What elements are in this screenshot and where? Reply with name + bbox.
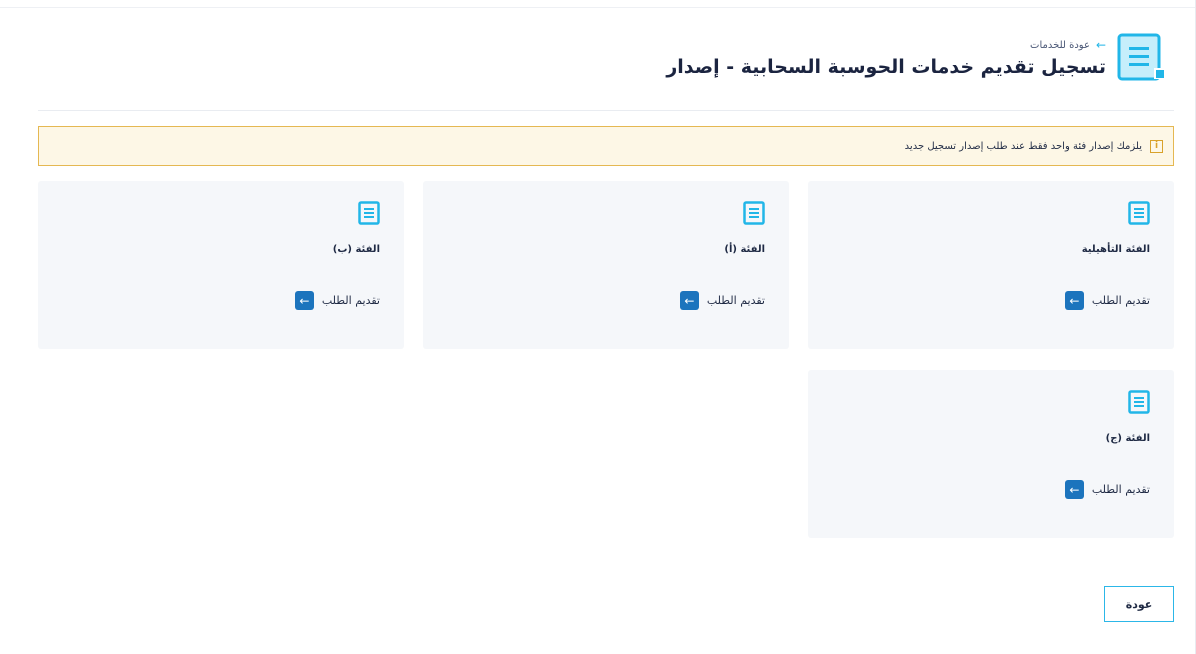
submit-request-button[interactable]: تقديم الطلب ← <box>679 291 765 310</box>
info-icon: i <box>1150 139 1163 153</box>
submit-request-label: تقديم الطلب <box>1091 483 1150 496</box>
back-button[interactable]: عودة <box>1104 586 1174 622</box>
page-title: تسجيل تقديم خدمات الحوسبة السحابية - إصد… <box>666 56 1106 78</box>
category-card-a: الفئة (أ) تقديم الطلب ← <box>423 181 789 349</box>
document-icon <box>1128 390 1150 414</box>
document-icon <box>1128 201 1150 225</box>
back-to-services-label: عودة للخدمات <box>1030 39 1090 51</box>
submit-request-button[interactable]: تقديم الطلب ← <box>1064 291 1150 310</box>
card-title: الفئة (أ) <box>724 244 765 255</box>
info-alert: i يلزمك إصدار فئة واحد فقط عند طلب إصدار… <box>38 126 1174 166</box>
arrow-left-icon: ← <box>1095 38 1106 52</box>
submit-request-label: تقديم الطلب <box>1091 294 1150 307</box>
alert-text: يلزمك إصدار فئة واحد فقط عند طلب إصدار ت… <box>904 140 1142 152</box>
submit-request-button[interactable]: تقديم الطلب ← <box>1064 480 1150 499</box>
card-title: الفئة (ج) <box>1105 433 1150 444</box>
document-icon <box>358 201 380 225</box>
arrow-left-icon[interactable]: ← <box>1064 291 1084 310</box>
back-to-services-link[interactable]: ← عودة للخدمات <box>1030 38 1106 52</box>
top-divider <box>0 7 1196 8</box>
header-text: ← عودة للخدمات تسجيل تقديم خدمات الحوسبة… <box>666 38 1106 78</box>
arrow-left-icon[interactable]: ← <box>294 291 314 310</box>
document-icon <box>743 201 765 225</box>
card-title: الفئة التأهيلية <box>1081 244 1150 255</box>
arrow-left-icon[interactable]: ← <box>679 291 699 310</box>
header-divider <box>38 110 1174 111</box>
document-icon <box>1117 33 1165 81</box>
category-card-b: الفئة (ب) تقديم الطلب ← <box>38 181 404 349</box>
category-card-qualifying: الفئة التأهيلية تقديم الطلب ← <box>808 181 1174 349</box>
page-header: ← عودة للخدمات تسجيل تقديم خدمات الحوسبة… <box>666 32 1168 84</box>
arrow-left-icon[interactable]: ← <box>1064 480 1084 499</box>
submit-request-label: تقديم الطلب <box>321 294 380 307</box>
card-title: الفئة (ب) <box>332 244 380 255</box>
submit-request-button[interactable]: تقديم الطلب ← <box>294 291 380 310</box>
submit-request-label: تقديم الطلب <box>706 294 765 307</box>
category-card-c: الفئة (ج) تقديم الطلب ← <box>808 370 1174 538</box>
